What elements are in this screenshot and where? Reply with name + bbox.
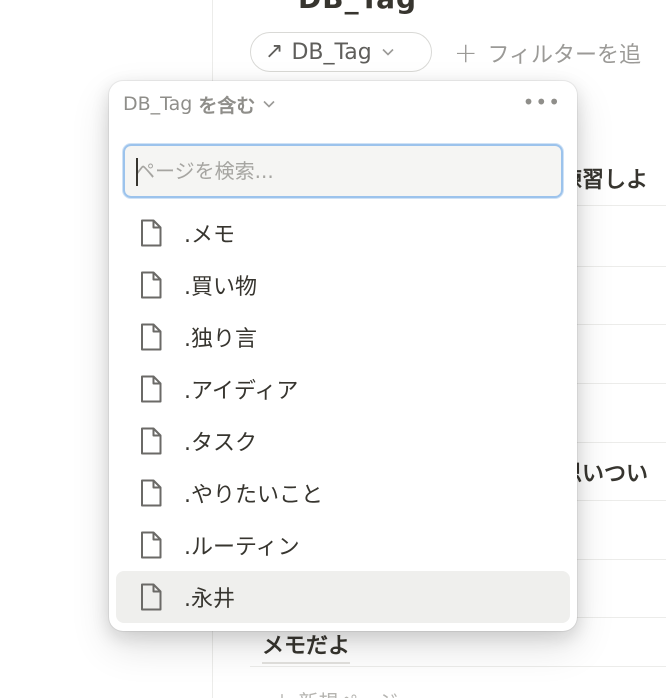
page-option-label: .ルーティン [184, 535, 300, 560]
page-icon [138, 374, 164, 404]
database-title: DB_Tag [298, 0, 417, 15]
text-caret [136, 158, 138, 186]
page-search-field[interactable] [123, 144, 563, 198]
page-option-item[interactable]: .メモ [116, 207, 570, 259]
page-option-label: .タスク [184, 431, 257, 456]
chevron-down-icon [382, 44, 394, 60]
page-icon [138, 322, 164, 352]
page-icon [138, 270, 164, 300]
relation-arrow-icon: ↗ [265, 39, 284, 64]
filter-condition-selector[interactable]: DB_Tag を含む [123, 91, 275, 117]
new-page-row[interactable]: ＋ 新規ページ [272, 686, 398, 698]
page-option-label: .メモ [184, 223, 235, 248]
filter-chip-label: DB_Tag [291, 39, 372, 65]
relation-filter-popup: DB_Tag を含む ••• .メモ .買い物 [109, 81, 577, 631]
page-icon [138, 530, 164, 560]
page-option-label: .独り言 [184, 327, 257, 352]
page-icon [138, 426, 164, 456]
table-row-title[interactable]: メモだよ [262, 628, 351, 664]
page-option-label: .買い物 [184, 275, 257, 300]
page-search-input[interactable] [135, 159, 561, 183]
plus-icon: + [454, 36, 478, 69]
row-divider [250, 666, 666, 667]
filter-operator: を含む [198, 94, 256, 117]
page-option-item[interactable]: .永井 [116, 571, 570, 623]
page-option-item[interactable]: .独り言 [116, 311, 570, 363]
page-option-label: .永井 [184, 587, 235, 612]
page-option-item[interactable]: .タスク [116, 415, 570, 467]
page-option-item[interactable]: .アイディア [116, 363, 570, 415]
page-icon [138, 582, 164, 612]
chevron-down-icon [263, 97, 275, 111]
add-filter-button[interactable]: + フィルターを追 [454, 34, 641, 72]
page-icon [138, 218, 164, 248]
page-option-list: .メモ .買い物 .独り言 .アイディア .タスク .やりたいこと .ルーティン… [116, 207, 570, 623]
page-option-label: .アイディア [184, 379, 299, 404]
more-options-icon[interactable]: ••• [523, 91, 561, 113]
page-icon [138, 478, 164, 508]
filter-property-name: DB_Tag [123, 93, 193, 115]
page-option-item[interactable]: .買い物 [116, 259, 570, 311]
page-option-label: .やりたいこと [184, 483, 323, 508]
page-option-item[interactable]: .ルーティン [116, 519, 570, 571]
add-filter-label: フィルターを追 [487, 43, 642, 68]
page-option-item[interactable]: .やりたいこと [116, 467, 570, 519]
filter-chip-db-tag[interactable]: ↗ DB_Tag [250, 32, 432, 72]
